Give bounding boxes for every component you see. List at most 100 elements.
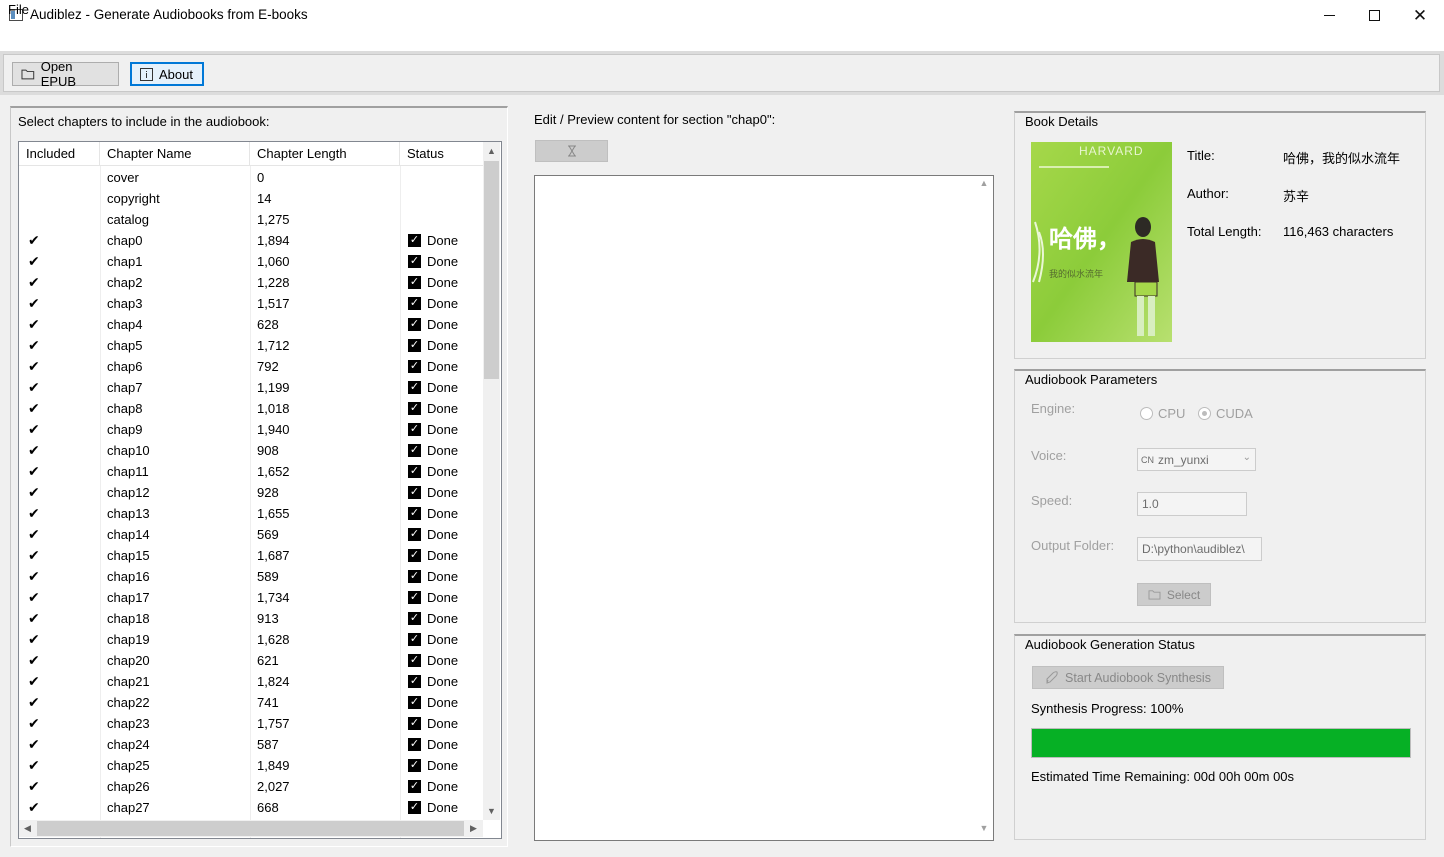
table-row[interactable]: ✔ chap16 589 ✓ Done (19, 566, 484, 587)
included-check-icon[interactable]: ✔ (28, 734, 44, 755)
column-header-name[interactable]: Chapter Name (100, 142, 250, 166)
included-check-icon[interactable]: ✔ (28, 482, 44, 503)
table-row[interactable]: ✔ chap7 1,199 ✓ Done (19, 377, 484, 398)
chapter-name: chap13 (107, 506, 150, 521)
included-check-icon[interactable]: ✔ (28, 314, 44, 335)
table-row[interactable]: ✔ chap8 1,018 ✓ Done (19, 398, 484, 419)
editor-scroll-up-icon[interactable]: ▲ (977, 178, 991, 192)
chapter-status: ✓ Done (408, 671, 458, 692)
engine-cuda-radio[interactable]: CUDA (1198, 406, 1253, 421)
included-check-icon[interactable]: ✔ (28, 587, 44, 608)
horizontal-scroll-thumb[interactable] (37, 821, 464, 836)
vertical-scroll-thumb[interactable] (484, 161, 499, 379)
select-folder-button[interactable]: Select (1137, 583, 1211, 606)
chapters-table[interactable]: Included Chapter Name Chapter Length Sta… (18, 141, 502, 839)
menu-file[interactable]: File (8, 2, 29, 17)
table-row[interactable]: ✔ chap19 1,628 ✓ Done (19, 629, 484, 650)
table-row[interactable]: ✔ chap23 1,757 ✓ Done (19, 713, 484, 734)
table-row[interactable]: ✔ chap0 1,894 ✓ Done (19, 230, 484, 251)
chapter-name: chap23 (107, 716, 150, 731)
chapter-status: ✓ Done (408, 503, 458, 524)
close-button[interactable]: ✕ (1397, 0, 1443, 31)
start-synthesis-button[interactable]: Start Audiobook Synthesis (1032, 666, 1224, 689)
chapter-status: ✓ Done (408, 440, 458, 461)
table-row[interactable]: ✔ chap1 1,060 ✓ Done (19, 251, 484, 272)
included-check-icon[interactable]: ✔ (28, 356, 44, 377)
table-row[interactable]: ✔ chap13 1,655 ✓ Done (19, 503, 484, 524)
table-row[interactable]: ✔ chap24 587 ✓ Done (19, 734, 484, 755)
included-check-icon[interactable] (28, 167, 44, 188)
speed-input[interactable]: 1.0 (1137, 492, 1247, 516)
included-check-icon[interactable]: ✔ (28, 566, 44, 587)
table-row[interactable]: ✔ chap22 741 ✓ Done (19, 692, 484, 713)
table-row[interactable]: catalog 1,275 (19, 209, 484, 230)
table-row[interactable]: ✔ chap14 569 ✓ Done (19, 524, 484, 545)
included-check-icon[interactable]: ✔ (28, 335, 44, 356)
included-check-icon[interactable]: ✔ (28, 608, 44, 629)
chapter-name: chap16 (107, 569, 150, 584)
included-check-icon[interactable]: ✔ (28, 419, 44, 440)
engine-cpu-radio[interactable]: CPU (1140, 406, 1185, 421)
minimize-button[interactable] (1306, 0, 1352, 31)
included-check-icon[interactable]: ✔ (28, 755, 44, 776)
included-check-icon[interactable]: ✔ (28, 545, 44, 566)
maximize-button[interactable] (1351, 0, 1397, 31)
included-check-icon[interactable]: ✔ (28, 692, 44, 713)
table-row[interactable]: ✔ chap20 621 ✓ Done (19, 650, 484, 671)
hourglass-button[interactable] (535, 140, 608, 162)
included-check-icon[interactable]: ✔ (28, 398, 44, 419)
table-row[interactable]: ✔ chap9 1,940 ✓ Done (19, 419, 484, 440)
included-check-icon[interactable]: ✔ (28, 377, 44, 398)
table-row[interactable]: ✔ chap25 1,849 ✓ Done (19, 755, 484, 776)
scroll-down-icon[interactable]: ▼ (483, 802, 500, 820)
table-row[interactable]: ✔ chap2 1,228 ✓ Done (19, 272, 484, 293)
output-folder-input[interactable]: D:\python\audiblez\ (1137, 537, 1262, 561)
table-row[interactable]: copyright 14 (19, 188, 484, 209)
table-row[interactable]: ✔ chap6 792 ✓ Done (19, 356, 484, 377)
included-check-icon[interactable]: ✔ (28, 461, 44, 482)
included-check-icon[interactable]: ✔ (28, 776, 44, 797)
chapter-name: chap26 (107, 779, 150, 794)
included-check-icon[interactable]: ✔ (28, 230, 44, 251)
scroll-left-icon[interactable]: ◀ (19, 820, 36, 837)
table-row[interactable]: ✔ chap10 908 ✓ Done (19, 440, 484, 461)
included-check-icon[interactable]: ✔ (28, 440, 44, 461)
scroll-right-icon[interactable]: ▶ (465, 820, 482, 837)
included-check-icon[interactable]: ✔ (28, 629, 44, 650)
table-row[interactable]: ✔ chap21 1,824 ✓ Done (19, 671, 484, 692)
included-check-icon[interactable]: ✔ (28, 272, 44, 293)
table-row[interactable]: cover 0 (19, 167, 484, 188)
table-row[interactable]: ✔ chap18 913 ✓ Done (19, 608, 484, 629)
included-check-icon[interactable]: ✔ (28, 503, 44, 524)
included-check-icon[interactable] (28, 209, 44, 230)
column-header-included[interactable]: Included (19, 142, 100, 166)
chapter-length: 1,060 (257, 254, 290, 269)
table-row[interactable]: ✔ chap27 668 ✓ Done (19, 797, 484, 818)
table-row[interactable]: ✔ chap15 1,687 ✓ Done (19, 545, 484, 566)
chapter-length: 913 (257, 611, 279, 626)
included-check-icon[interactable]: ✔ (28, 713, 44, 734)
included-check-icon[interactable]: ✔ (28, 251, 44, 272)
table-row[interactable]: ✔ chap11 1,652 ✓ Done (19, 461, 484, 482)
included-check-icon[interactable]: ✔ (28, 524, 44, 545)
included-check-icon[interactable]: ✔ (28, 650, 44, 671)
included-check-icon[interactable]: ✔ (28, 797, 44, 818)
included-check-icon[interactable] (28, 188, 44, 209)
included-check-icon[interactable]: ✔ (28, 671, 44, 692)
table-row[interactable]: ✔ chap26 2,027 ✓ Done (19, 776, 484, 797)
included-check-icon[interactable]: ✔ (28, 293, 44, 314)
voice-select[interactable]: CN zm_yunxi ⌄ (1137, 448, 1256, 471)
editor-scroll-down-icon[interactable]: ▼ (977, 823, 991, 837)
table-row[interactable]: ✔ chap17 1,734 ✓ Done (19, 587, 484, 608)
preview-text-editor[interactable] (534, 175, 994, 841)
table-row[interactable]: ✔ chap5 1,712 ✓ Done (19, 335, 484, 356)
synthesis-progress-bar (1031, 728, 1411, 758)
table-row[interactable]: ✔ chap4 628 ✓ Done (19, 314, 484, 335)
open-epub-button[interactable]: Open EPUB (12, 59, 119, 89)
column-header-length[interactable]: Chapter Length (250, 142, 400, 166)
about-button[interactable]: About (130, 62, 204, 86)
scroll-up-icon[interactable]: ▲ (483, 142, 500, 160)
table-row[interactable]: ✔ chap12 928 ✓ Done (19, 482, 484, 503)
column-header-status[interactable]: Status (400, 142, 484, 166)
table-row[interactable]: ✔ chap3 1,517 ✓ Done (19, 293, 484, 314)
